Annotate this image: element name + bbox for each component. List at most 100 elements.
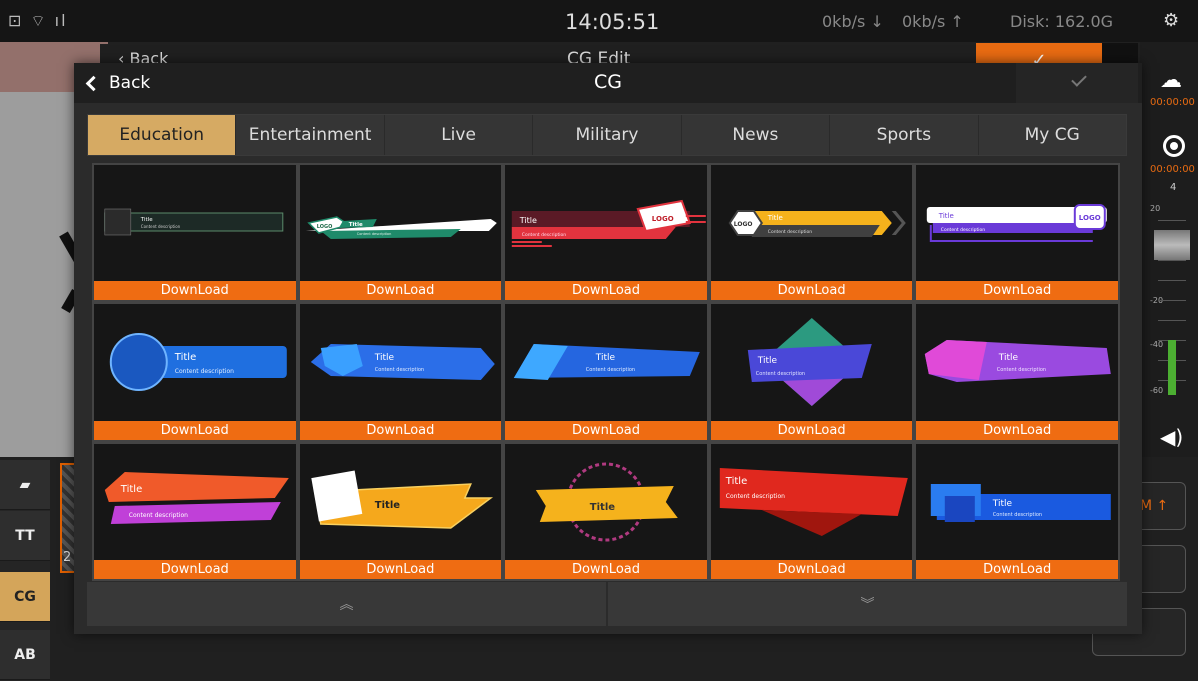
meter-label: 20 xyxy=(1150,204,1161,213)
template-grid: Title Content description DownLoad LOGO … xyxy=(92,163,1120,581)
tool-folder-icon[interactable]: ▰ xyxy=(0,460,50,510)
svg-text:Content description: Content description xyxy=(756,371,805,377)
cloud-icon[interactable]: ☁ xyxy=(1160,68,1182,93)
dialog-header: CG Back xyxy=(74,63,1142,103)
download-button[interactable]: DownLoad xyxy=(94,559,296,579)
download-button[interactable]: DownLoad xyxy=(94,281,296,301)
template-card[interactable]: Title Content description DownLoad xyxy=(94,165,296,301)
svg-text:Content description: Content description xyxy=(522,232,566,238)
settings-icon[interactable]: ⚙ xyxy=(1163,10,1179,31)
svg-text:Content description: Content description xyxy=(997,367,1046,373)
template-card[interactable]: LOGO Title Content description DownLoad xyxy=(916,165,1118,301)
svg-text:Content description: Content description xyxy=(941,227,985,233)
tool-text-button[interactable]: TT xyxy=(0,511,50,561)
download-button[interactable]: DownLoad xyxy=(505,420,707,440)
upload-rate: 0kb/s ↑ xyxy=(902,12,964,31)
signal-icons: ⊡ ⌔ ıl xyxy=(8,11,68,30)
meter-label: -40 xyxy=(1150,340,1164,349)
template-card[interactable]: Title DownLoad xyxy=(299,443,502,579)
template-thumbnail: Title Content description xyxy=(513,344,700,381)
template-card[interactable]: Title Content description DownLoad xyxy=(916,443,1118,579)
download-button[interactable]: DownLoad xyxy=(710,281,913,301)
download-button[interactable]: DownLoad xyxy=(505,559,707,579)
template-thumbnail: Title Content description xyxy=(104,471,289,524)
download-button[interactable]: DownLoad xyxy=(94,420,296,440)
tab-my-cg[interactable]: My CG xyxy=(978,115,1126,155)
template-card[interactable]: LOGO Title Content description DownLoad xyxy=(710,165,913,301)
svg-text:Title: Title xyxy=(992,499,1013,509)
svg-text:Title: Title xyxy=(348,222,362,228)
download-button[interactable]: DownLoad xyxy=(710,420,913,440)
confirm-button[interactable] xyxy=(1016,63,1138,103)
speaker-icon[interactable]: ◀) xyxy=(1160,425,1183,449)
svg-text:Content description: Content description xyxy=(374,367,423,373)
pager: ︽ ︾ xyxy=(87,582,1127,626)
svg-text:Content description: Content description xyxy=(175,368,234,375)
page-up-button[interactable]: ︽ xyxy=(87,582,606,626)
template-card[interactable]: Title Content description DownLoad xyxy=(94,304,296,440)
channel-count: 4 xyxy=(1170,182,1177,193)
tool-ab-button[interactable]: AB xyxy=(0,630,50,680)
tab-military[interactable]: Military xyxy=(533,115,682,155)
template-card[interactable]: LOGO Title Content description DownLoad xyxy=(299,165,502,301)
svg-text:Title: Title xyxy=(140,217,153,223)
tool-cg-button[interactable]: CG xyxy=(0,572,50,622)
tab-entertainment[interactable]: Entertainment xyxy=(236,115,385,155)
tab-education[interactable]: Education xyxy=(88,115,237,155)
double-chevron-up-icon: ︽ xyxy=(339,597,354,613)
cg-dialog: CG Back Education Entertainment Live Mil… xyxy=(74,63,1142,634)
svg-text:Title: Title xyxy=(757,356,778,366)
svg-text:Title: Title xyxy=(938,212,954,220)
status-bar: ⊡ ⌔ ıl 14:05:51 0kb/s ↓ 0kb/s ↑ Disk: 16… xyxy=(0,0,1198,42)
download-button[interactable]: DownLoad xyxy=(505,281,707,301)
template-thumbnail: Title xyxy=(535,462,678,542)
svg-text:Content description: Content description xyxy=(726,493,785,500)
tab-live[interactable]: Live xyxy=(384,115,534,155)
svg-text:LOGO: LOGO xyxy=(316,224,332,230)
volume-fader[interactable] xyxy=(1154,230,1190,260)
meter-label: -60 xyxy=(1150,386,1164,395)
audio-meter[interactable]: 20 -20 -40 -60 xyxy=(1150,200,1194,400)
template-card[interactable]: Title Content description DownLoad xyxy=(505,304,707,440)
double-chevron-down-icon: ︾ xyxy=(860,597,875,613)
record-timer: 00:00:00 xyxy=(1150,164,1195,175)
svg-text:Content description: Content description xyxy=(993,512,1042,518)
svg-text:Content description: Content description xyxy=(129,512,188,519)
download-button[interactable]: DownLoad xyxy=(916,420,1118,440)
download-button[interactable]: DownLoad xyxy=(710,559,913,579)
download-button[interactable]: DownLoad xyxy=(299,559,502,579)
chevron-left-icon xyxy=(85,75,102,91)
template-thumbnail: LOGO Title Content description xyxy=(728,210,906,237)
svg-text:Title: Title xyxy=(374,500,399,511)
svg-text:Content description: Content description xyxy=(141,224,181,229)
download-button[interactable]: DownLoad xyxy=(299,281,502,301)
template-card[interactable]: Title Content description DownLoad xyxy=(916,304,1118,440)
source-number: 2 xyxy=(63,550,72,565)
download-button[interactable]: DownLoad xyxy=(916,559,1118,579)
template-card[interactable]: Title Content description DownLoad xyxy=(299,304,502,440)
page-down-button[interactable]: ︾ xyxy=(608,582,1127,626)
template-card[interactable]: Title Content description DownLoad xyxy=(710,443,913,579)
template-card[interactable]: LOGO Title Content description DownLoad xyxy=(505,165,707,301)
svg-text:Content description: Content description xyxy=(768,229,812,235)
meter-level-bar xyxy=(1168,340,1176,395)
record-icon[interactable] xyxy=(1163,135,1185,157)
download-button[interactable]: DownLoad xyxy=(916,281,1118,301)
check-icon xyxy=(1071,71,1087,87)
svg-text:Title: Title xyxy=(174,352,196,363)
stream-timer: 00:00:00 xyxy=(1150,97,1195,108)
svg-text:Title: Title xyxy=(120,484,142,495)
tab-sports[interactable]: Sports xyxy=(830,115,979,155)
app-root: ⊡ ⌔ ıl 14:05:51 0kb/s ↓ 0kb/s ↑ Disk: 16… xyxy=(0,0,1198,681)
svg-text:Title: Title xyxy=(373,353,394,363)
template-thumbnail: Title Content description xyxy=(109,333,287,392)
disk-space: Disk: 162.0G xyxy=(1010,12,1114,31)
tab-news[interactable]: News xyxy=(681,115,831,155)
template-card[interactable]: Title DownLoad xyxy=(505,443,707,579)
download-button[interactable]: DownLoad xyxy=(299,420,502,440)
template-card[interactable]: Title Content description DownLoad xyxy=(710,304,913,440)
back-button[interactable]: Back xyxy=(85,69,150,97)
category-tabs: Education Entertainment Live Military Ne… xyxy=(87,114,1127,156)
template-card[interactable]: Title Content description DownLoad xyxy=(94,443,296,579)
template-thumbnail: Title xyxy=(310,470,493,529)
